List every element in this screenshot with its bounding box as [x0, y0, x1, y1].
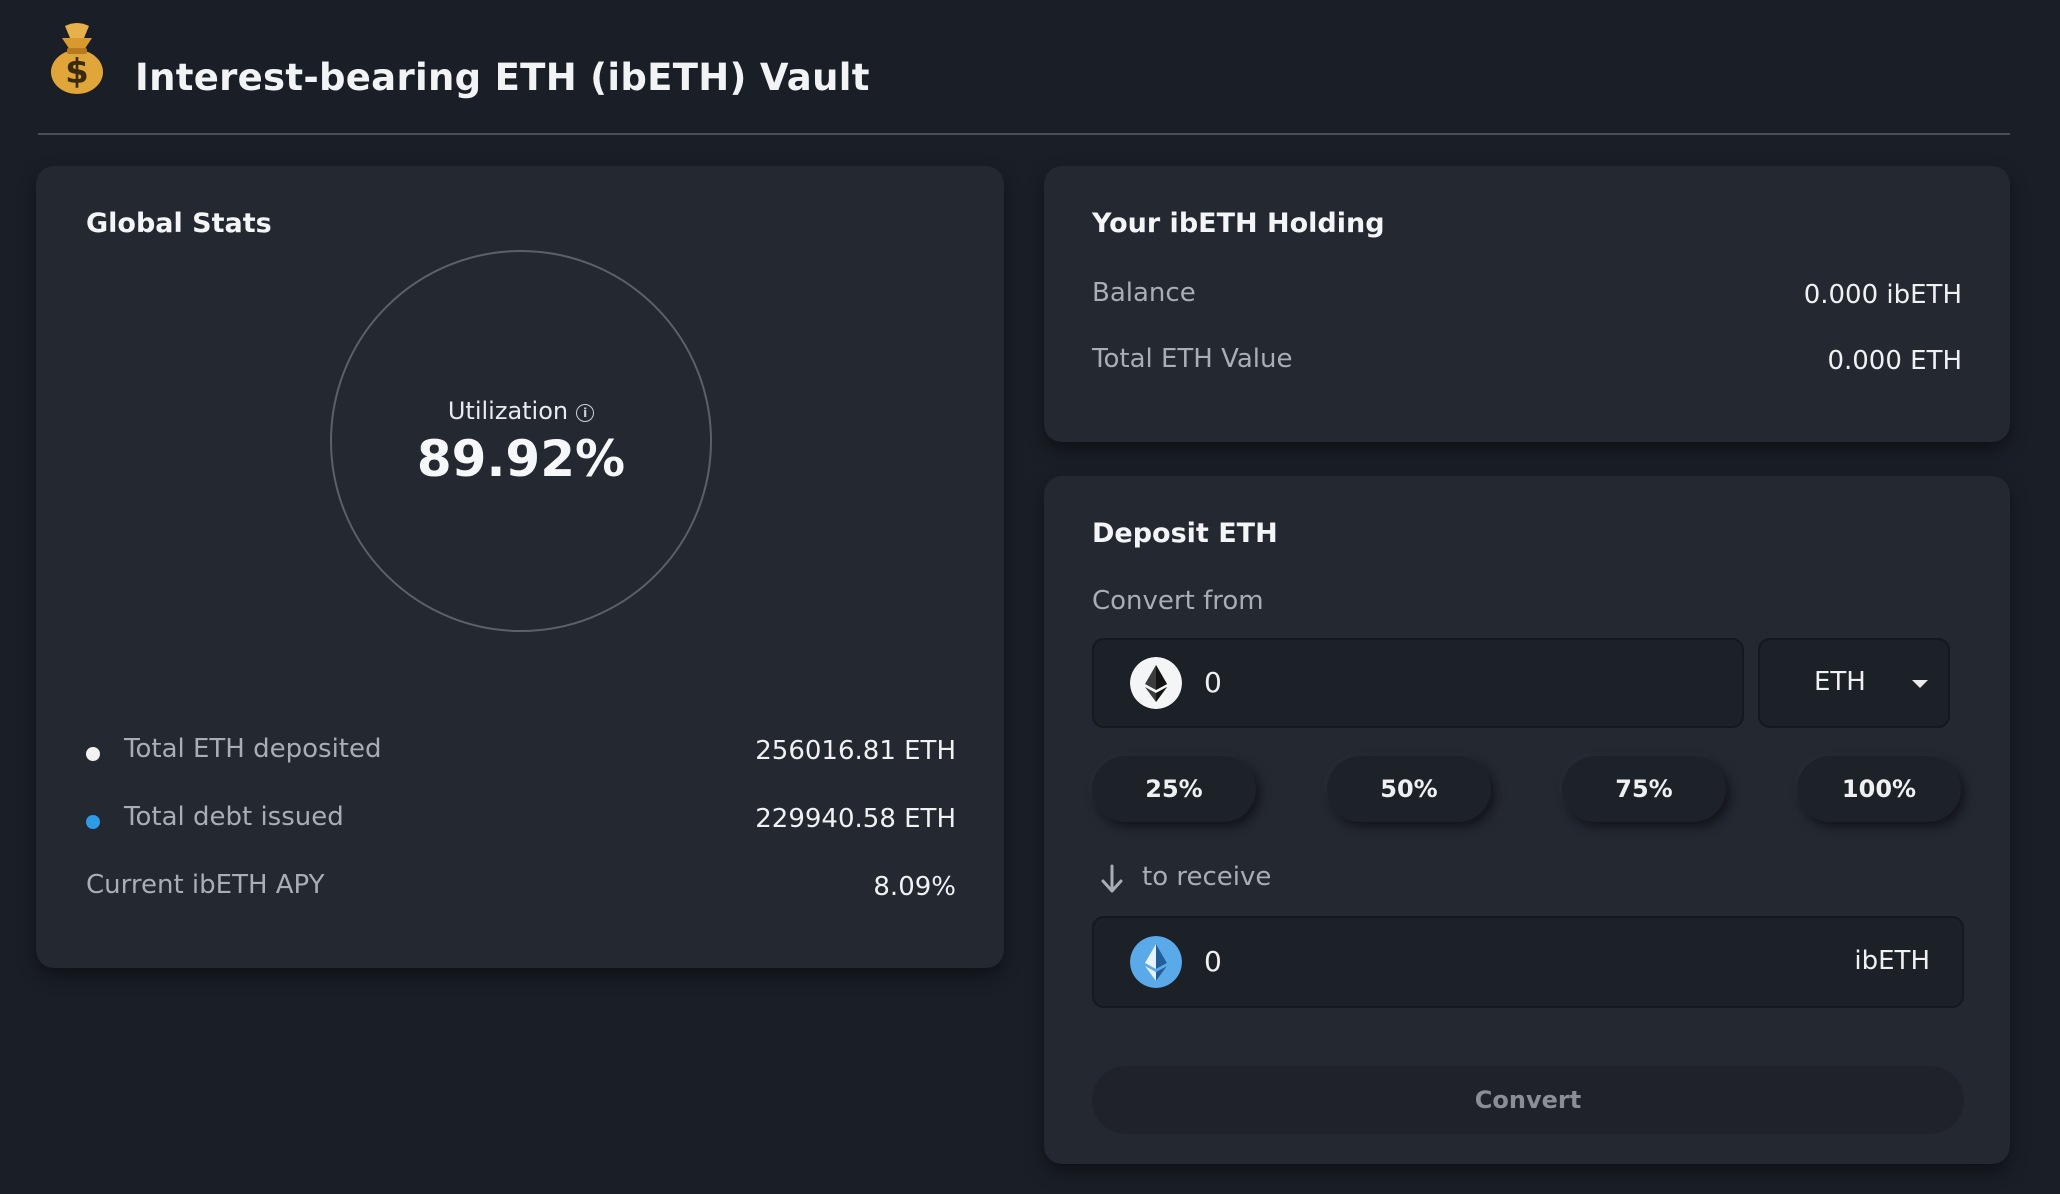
percent-75-button[interactable]: 75% — [1562, 756, 1726, 822]
receive-amount-value: 0 — [1204, 945, 1222, 978]
legend-dot — [86, 815, 100, 829]
holding-card: Your ibETH Holding Balance 0.000 ibETH T… — [1044, 166, 2010, 442]
holding-title: Your ibETH Holding — [1092, 208, 1385, 239]
deposit-card: Deposit ETH Convert from 0 ETH 25% 50% 7… — [1044, 476, 2010, 1164]
convert-from-label: Convert from — [1092, 586, 1264, 616]
stat-value: 256016.81 ETH — [755, 736, 956, 766]
convert-button[interactable]: Convert — [1092, 1066, 1964, 1134]
stat-label: Current ibETH APY — [86, 870, 325, 900]
percent-100-button[interactable]: 100% — [1797, 756, 1961, 822]
money-bag-icon: $ — [51, 23, 103, 94]
token-select[interactable]: ETH — [1758, 638, 1950, 728]
utilization-label-row: Utilization i — [332, 397, 710, 425]
legend-dot — [86, 747, 100, 761]
stat-label: Total ETH deposited — [124, 734, 382, 764]
eth-value: 0.000 ETH — [1827, 346, 1962, 376]
receive-amount-field: 0 ibETH — [1092, 916, 1964, 1008]
deposit-title: Deposit ETH — [1092, 518, 1278, 549]
svg-text:$: $ — [65, 52, 89, 92]
percent-25-button[interactable]: 25% — [1092, 756, 1256, 822]
stat-row-total-debt: Total debt issued 229940.58 ETH — [86, 802, 956, 842]
ibeth-icon — [1130, 936, 1182, 988]
receive-label: to receive — [1142, 862, 1272, 892]
global-stats-title: Global Stats — [86, 208, 272, 239]
stat-row-total-deposited: Total ETH deposited 256016.81 ETH — [86, 734, 956, 774]
chevron-down-icon — [1912, 680, 1928, 688]
token-select-value: ETH — [1814, 667, 1866, 697]
balance-value: 0.000 ibETH — [1803, 280, 1962, 310]
page-header: $ Interest-bearing ETH (ibETH) Vault — [38, 0, 2010, 135]
stat-value: 8.09% — [873, 872, 956, 902]
receive-token-label: ibETH — [1854, 946, 1930, 976]
eth-value-label: Total ETH Value — [1092, 344, 1293, 374]
info-icon[interactable]: i — [576, 404, 595, 422]
arrow-down-icon — [1101, 864, 1123, 893]
balance-label: Balance — [1092, 278, 1196, 308]
utilization-value: 89.92% — [416, 430, 626, 488]
utilization-label: Utilization — [447, 397, 569, 425]
utilization-gauge: Utilization i 89.92% — [330, 250, 712, 632]
percent-50-button[interactable]: 50% — [1327, 756, 1491, 822]
stat-label: Total debt issued — [124, 802, 344, 832]
eth-icon — [1130, 657, 1182, 709]
page-title: Interest-bearing ETH (ibETH) Vault — [135, 56, 870, 99]
stat-value: 229940.58 ETH — [755, 804, 956, 834]
from-amount-value: 0 — [1204, 666, 1222, 699]
global-stats-card: Global Stats Utilization i 89.92% Total E… — [36, 166, 1004, 968]
from-amount-input[interactable]: 0 — [1092, 638, 1744, 728]
stat-row-apy: Current ibETH APY 8.09% — [86, 870, 956, 910]
